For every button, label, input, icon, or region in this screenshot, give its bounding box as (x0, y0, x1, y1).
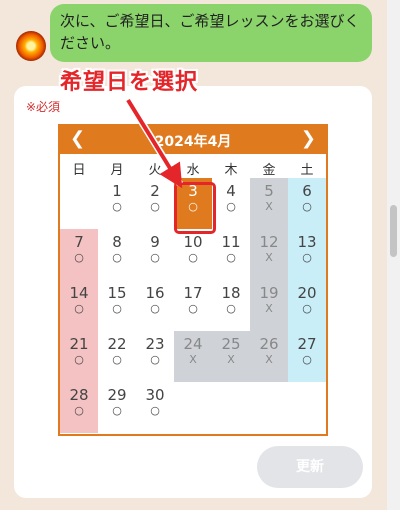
annotation-label: 希望日を選択 (60, 70, 199, 95)
update-button[interactable]: 更新 (257, 446, 363, 488)
